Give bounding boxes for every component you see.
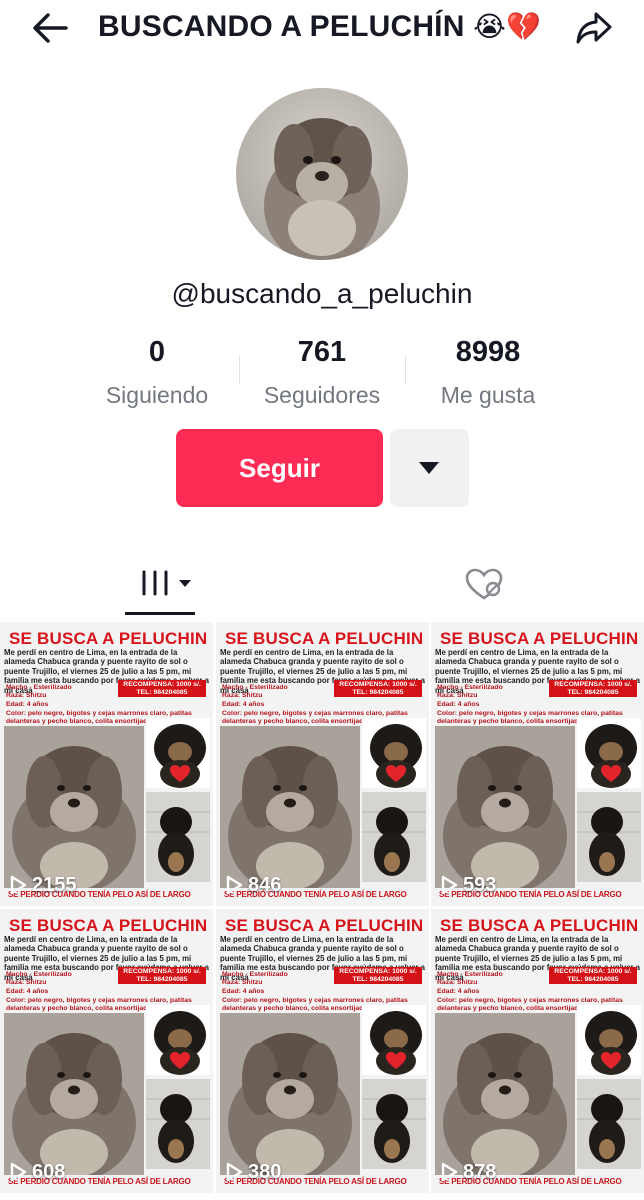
poster-traits: Macho - Esterilizado Raza: Shitzu Edad: …	[6, 971, 72, 995]
follow-button[interactable]: Seguir	[176, 429, 383, 507]
poster-traits: Macho - Esterilizado Raza: Shitzu Edad: …	[437, 971, 503, 995]
video-thumbnail[interactable]: SE BUSCA A PELUCHIN Me perdí en centro d…	[216, 622, 429, 906]
dog-photo-small	[577, 1005, 641, 1075]
view-count-text: 380	[248, 1160, 282, 1183]
poster-reward: RECOMPENSA: 1000 s/. TEL: 984204085	[334, 680, 422, 697]
poster-title: SE BUSCA A PELUCHIN	[225, 629, 424, 648]
dog-photo-main	[4, 1013, 144, 1175]
followers-count: 761	[297, 336, 347, 368]
view-count-text: 846	[248, 873, 282, 896]
poster-traits: Macho - Esterilizado Raza: Shitzu Edad: …	[222, 684, 288, 708]
dog-avatar-image	[236, 88, 408, 260]
dog-photo-main	[4, 726, 144, 888]
play-icon	[10, 875, 27, 895]
poster-title: SE BUSCA A PELUCHIN	[440, 916, 639, 935]
likes-label: Me gusta	[440, 382, 536, 408]
share-arrow-icon	[576, 12, 612, 44]
poster-title: SE BUSCA A PELUCHIN	[9, 629, 208, 648]
stat-likes[interactable]: 8998 Me gusta	[408, 336, 568, 409]
play-icon	[441, 1162, 458, 1182]
view-count: 878	[439, 1159, 496, 1185]
video-thumbnail[interactable]: SE BUSCA A PELUCHIN Me perdí en centro d…	[431, 622, 644, 906]
video-thumbnail[interactable]: SE BUSCA A PELUCHIN Me perdí en centro d…	[0, 909, 213, 1193]
dog-photo-small	[146, 1079, 210, 1169]
profile-stats: 0 Siguiendo 761 Seguidores 8998 Me gusta	[0, 336, 644, 416]
poster-traits: Macho - Esterilizado Raza: Shitzu Edad: …	[6, 684, 72, 708]
dog-photo-small	[146, 792, 210, 882]
poster-reward: RECOMPENSA: 1000 s/. TEL: 984204085	[334, 967, 422, 984]
poster-reward: RECOMPENSA: 1000 s/. TEL: 984204085	[118, 967, 206, 984]
grid-icon	[142, 570, 191, 596]
arrow-left-icon	[33, 13, 68, 43]
poster-title: SE BUSCA A PELUCHIN	[440, 629, 639, 648]
stat-divider	[239, 356, 240, 384]
dog-photo-small	[362, 1079, 426, 1169]
play-icon	[10, 1162, 27, 1182]
dog-photo-main	[435, 726, 575, 888]
page-title: BUSCANDO A PELUCHÍN 😭💔	[98, 10, 548, 44]
following-count: 0	[148, 336, 166, 368]
active-tab-underline	[125, 612, 195, 615]
back-button[interactable]	[28, 8, 72, 48]
likes-count: 8998	[455, 336, 521, 368]
dog-photo-small	[577, 718, 641, 788]
play-icon	[226, 875, 243, 895]
stat-followers[interactable]: 761 Seguidores	[242, 336, 402, 409]
stat-divider	[405, 356, 406, 384]
dog-photo-small	[577, 1079, 641, 1169]
share-button[interactable]	[572, 8, 616, 48]
view-count: 593	[439, 872, 496, 898]
dog-photo-small	[362, 718, 426, 788]
view-count-text: 2155	[32, 873, 77, 896]
play-icon	[441, 875, 458, 895]
poster-reward: RECOMPENSA: 1000 s/. TEL: 984204085	[549, 680, 637, 697]
poster-traits: Macho - Esterilizado Raza: Shitzu Edad: …	[437, 684, 503, 708]
view-count-text: 878	[463, 1160, 497, 1183]
heart-hidden-icon	[465, 568, 503, 600]
view-count: 846	[224, 872, 281, 898]
video-thumbnail[interactable]: SE BUSCA A PELUCHIN Me perdí en centro d…	[216, 909, 429, 1193]
username: @buscando_a_peluchin	[171, 278, 473, 309]
dog-photo-small	[577, 792, 641, 882]
dog-photo-main	[220, 1013, 360, 1175]
stat-following[interactable]: 0 Siguiendo	[77, 336, 237, 409]
dog-photo-small	[362, 792, 426, 882]
dog-photo-small	[146, 718, 210, 788]
poster-title: SE BUSCA A PELUCHIN	[225, 916, 424, 935]
caret-down-icon	[419, 462, 439, 474]
poster-title: SE BUSCA A PELUCHIN	[9, 916, 208, 935]
view-count-text: 593	[463, 873, 497, 896]
view-count: 380	[224, 1159, 281, 1185]
poster-reward: RECOMPENSA: 1000 s/. TEL: 984204085	[549, 967, 637, 984]
content-tabs	[0, 556, 644, 616]
poster-reward: RECOMPENSA: 1000 s/. TEL: 984204085	[118, 680, 206, 697]
dog-photo-main	[435, 1013, 575, 1175]
followers-label: Seguidores	[263, 382, 381, 408]
view-count: 608	[8, 1159, 65, 1185]
view-count-text: 608	[32, 1160, 66, 1183]
tab-videos[interactable]	[0, 556, 322, 616]
play-icon	[226, 1162, 243, 1182]
tab-liked[interactable]	[322, 556, 644, 616]
dog-photo-small	[146, 1005, 210, 1075]
title-text: BUSCANDO A PELUCHÍN	[98, 10, 465, 43]
top-bar: BUSCANDO A PELUCHÍN 😭💔	[0, 0, 644, 56]
video-thumbnail[interactable]: SE BUSCA A PELUCHIN Me perdí en centro d…	[431, 909, 644, 1193]
video-thumbnail[interactable]: SE BUSCA A PELUCHIN Me perdí en centro d…	[0, 622, 213, 906]
suggested-accounts-button[interactable]	[390, 429, 469, 507]
view-count: 2155	[8, 872, 77, 898]
dog-photo-small	[362, 1005, 426, 1075]
poster-traits: Macho - Esterilizado Raza: Shitzu Edad: …	[222, 971, 288, 995]
dog-photo-main	[220, 726, 360, 888]
avatar[interactable]	[236, 88, 408, 260]
title-emojis: 😭💔	[473, 11, 542, 42]
following-label: Siguiendo	[105, 382, 209, 408]
